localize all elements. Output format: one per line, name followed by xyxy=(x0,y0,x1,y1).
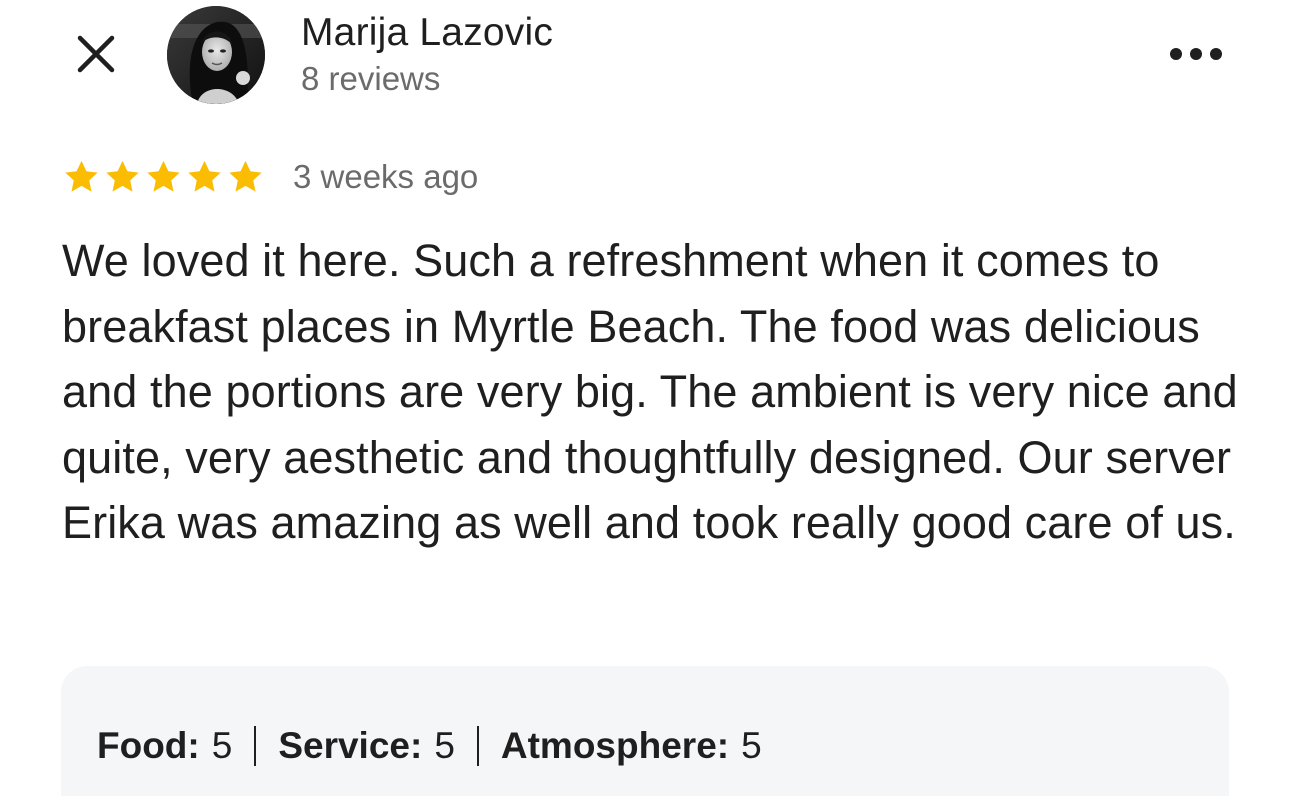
star-icon xyxy=(188,160,221,192)
review-count[interactable]: 8 reviews xyxy=(301,58,553,100)
avatar[interactable] xyxy=(167,6,265,104)
star-rating xyxy=(62,158,265,196)
atmosphere-label: Atmosphere: xyxy=(500,725,730,766)
star-icon xyxy=(229,160,262,192)
food-value: 5 xyxy=(211,725,233,766)
close-icon xyxy=(77,35,115,73)
more-horizontal-icon xyxy=(1170,48,1222,60)
attributes-row: Food: 5 Service: 5 Atmosphere: 5 xyxy=(97,718,762,774)
service-label: Service: xyxy=(278,725,423,766)
star-icon xyxy=(106,160,139,192)
divider xyxy=(254,726,257,766)
review-time: 3 weeks ago xyxy=(293,158,479,195)
close-button[interactable] xyxy=(66,24,126,84)
service-value: 5 xyxy=(434,725,455,766)
review-text: We loved it here. Such a refreshment whe… xyxy=(62,235,1238,548)
rating-row: 3 weeks ago xyxy=(62,152,478,202)
attributes-card: Food: 5 Service: 5 Atmosphere: 5 xyxy=(61,666,1229,796)
author-info: Marija Lazovic 8 reviews xyxy=(301,10,553,100)
more-options-button[interactable] xyxy=(1160,30,1232,78)
author-name[interactable]: Marija Lazovic xyxy=(301,10,553,56)
star-icon xyxy=(147,160,180,192)
divider xyxy=(476,726,479,766)
star-icon xyxy=(65,160,98,192)
food-label: Food: xyxy=(97,725,200,766)
user-portrait-image xyxy=(167,6,265,104)
review-detail-page: Marija Lazovic 8 reviews 3 weeks ago We … xyxy=(0,0,1290,796)
atmosphere-value: 5 xyxy=(741,725,762,766)
